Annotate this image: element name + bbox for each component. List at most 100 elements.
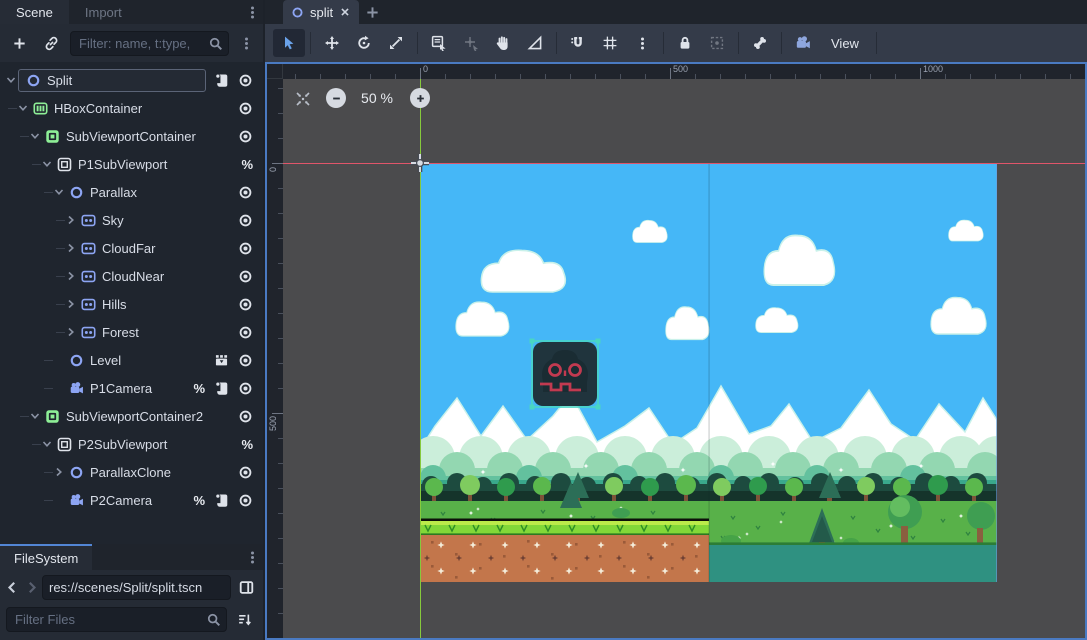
unique-name-badge[interactable]: % — [193, 381, 205, 396]
tree-row-subviewportcontainer[interactable]: SubViewportContainer — [0, 122, 263, 150]
unique-name-badge[interactable]: % — [241, 157, 253, 172]
visibility-eye-icon[interactable] — [238, 493, 253, 508]
tool-move-pivot-button[interactable] — [455, 29, 487, 57]
tree-options-button[interactable] — [235, 36, 257, 51]
camera-override-button[interactable] — [787, 29, 819, 57]
node-name-edit-box[interactable]: Split — [18, 69, 206, 92]
chevron-down-icon[interactable] — [4, 73, 18, 87]
script-icon[interactable] — [214, 381, 229, 396]
path-input[interactable] — [42, 575, 231, 600]
node-filter-input[interactable] — [70, 31, 229, 56]
toggle-split-mode-button[interactable] — [233, 574, 259, 600]
visibility-eye-icon[interactable] — [238, 241, 253, 256]
player-sprite[interactable] — [530, 339, 601, 410]
tree-row-hboxcontainer[interactable]: HBoxContainer — [0, 94, 263, 122]
chevron-right-icon[interactable] — [64, 269, 78, 283]
chevron-right-icon[interactable] — [64, 325, 78, 339]
view-menu-button[interactable]: View — [819, 29, 871, 57]
tab-filesystem[interactable]: FileSystem — [0, 544, 92, 570]
2d-canvas[interactable]: 50 % — [283, 79, 1085, 638]
tree-row-p1subviewport[interactable]: P1SubViewport % — [0, 150, 263, 178]
chevron-down-icon[interactable] — [16, 101, 30, 115]
tree-row-cloudnear[interactable]: CloudNear — [0, 262, 263, 290]
visibility-eye-icon[interactable] — [238, 409, 253, 424]
tree-row-p2camera[interactable]: P2Camera % — [0, 486, 263, 514]
chevron-right-icon[interactable] — [64, 297, 78, 311]
visibility-eye-icon[interactable] — [238, 129, 253, 144]
tree-row-split[interactable]: Split — [0, 66, 263, 94]
visibility-eye-icon[interactable] — [238, 73, 253, 88]
chevron-right-icon[interactable] — [64, 241, 78, 255]
visibility-eye-icon[interactable] — [238, 185, 253, 200]
close-icon[interactable] — [339, 6, 351, 18]
visibility-eye-icon[interactable] — [238, 269, 253, 284]
script-icon[interactable] — [214, 73, 229, 88]
tree-row-p2subviewport[interactable]: P2SubViewport % — [0, 430, 263, 458]
tree-row-hills[interactable]: Hills — [0, 290, 263, 318]
tree-row-parallax[interactable]: Parallax — [0, 178, 263, 206]
chevron-right-icon[interactable] — [52, 465, 66, 479]
file-sort-button[interactable] — [231, 606, 257, 632]
tab-scene[interactable]: Scene — [0, 0, 69, 24]
chevron-down-icon[interactable] — [40, 157, 54, 171]
zoom-in-button[interactable] — [410, 88, 430, 108]
tool-scale-button[interactable] — [380, 29, 412, 57]
viewport-container-icon — [45, 409, 60, 424]
history-forward-button[interactable] — [23, 575, 40, 599]
origin-gizmo[interactable] — [409, 152, 431, 174]
instance-scene-button[interactable] — [38, 30, 64, 56]
grid-snap-button[interactable] — [594, 29, 626, 57]
new-scene-tab-button[interactable] — [359, 0, 385, 24]
file-filter-input[interactable] — [6, 607, 227, 632]
tree-row-parallaxclone[interactable]: ParallaxClone — [0, 458, 263, 486]
split-view-icon — [239, 580, 254, 595]
zoom-level-label[interactable]: 50 % — [353, 90, 401, 106]
pivot-icon — [463, 35, 479, 51]
visibility-eye-icon[interactable] — [238, 325, 253, 340]
visibility-eye-icon[interactable] — [238, 213, 253, 228]
chevron-down-icon[interactable] — [52, 185, 66, 199]
node-label: Hills — [102, 297, 127, 312]
unique-name-badge[interactable]: % — [241, 437, 253, 452]
unique-name-badge[interactable]: % — [193, 493, 205, 508]
tree-row-level[interactable]: Level — [0, 346, 263, 374]
filesystem-menu-button[interactable] — [241, 544, 263, 570]
script-icon[interactable] — [214, 493, 229, 508]
tree-row-cloudfar[interactable]: CloudFar — [0, 234, 263, 262]
visibility-eye-icon[interactable] — [238, 297, 253, 312]
visibility-eye-icon[interactable] — [238, 465, 253, 480]
list-select-icon — [431, 35, 447, 51]
visibility-eye-icon[interactable] — [238, 353, 253, 368]
chevron-down-icon[interactable] — [40, 437, 54, 451]
history-back-button[interactable] — [4, 575, 21, 599]
tool-select-button[interactable] — [273, 29, 305, 57]
tool-rotate-button[interactable] — [348, 29, 380, 57]
tool-pan-button[interactable] — [487, 29, 519, 57]
visibility-eye-icon[interactable] — [238, 101, 253, 116]
chevron-down-icon[interactable] — [28, 129, 42, 143]
tool-list-select-button[interactable] — [423, 29, 455, 57]
visibility-eye-icon[interactable] — [238, 381, 253, 396]
instanced-scene-icon[interactable] — [214, 353, 229, 368]
snap-options-button[interactable] — [626, 29, 658, 57]
lock-node-button[interactable] — [669, 29, 701, 57]
smart-snap-button[interactable] — [562, 29, 594, 57]
chevron-down-icon[interactable] — [28, 409, 42, 423]
tool-ruler-button[interactable] — [519, 29, 551, 57]
tree-row-sky[interactable]: Sky — [0, 206, 263, 234]
zoom-out-button[interactable] — [326, 88, 346, 108]
chevron-right-icon[interactable] — [64, 213, 78, 227]
tree-row-subviewportcontainer2[interactable]: SubViewportContainer2 — [0, 402, 263, 430]
center-view-button[interactable] — [295, 91, 311, 107]
dock-menu-button[interactable] — [241, 0, 263, 24]
scene-tab-split[interactable]: split — [283, 0, 359, 24]
tree-row-forest[interactable]: Forest — [0, 318, 263, 346]
tool-move-button[interactable] — [316, 29, 348, 57]
parallax2d-icon — [81, 213, 96, 228]
tab-import[interactable]: Import — [69, 0, 138, 24]
add-node-button[interactable] — [6, 30, 32, 56]
skeleton-options-button[interactable] — [744, 29, 776, 57]
parallax2d-icon — [81, 241, 96, 256]
group-node-button[interactable] — [701, 29, 733, 57]
tree-row-p1camera[interactable]: P1Camera % — [0, 374, 263, 402]
